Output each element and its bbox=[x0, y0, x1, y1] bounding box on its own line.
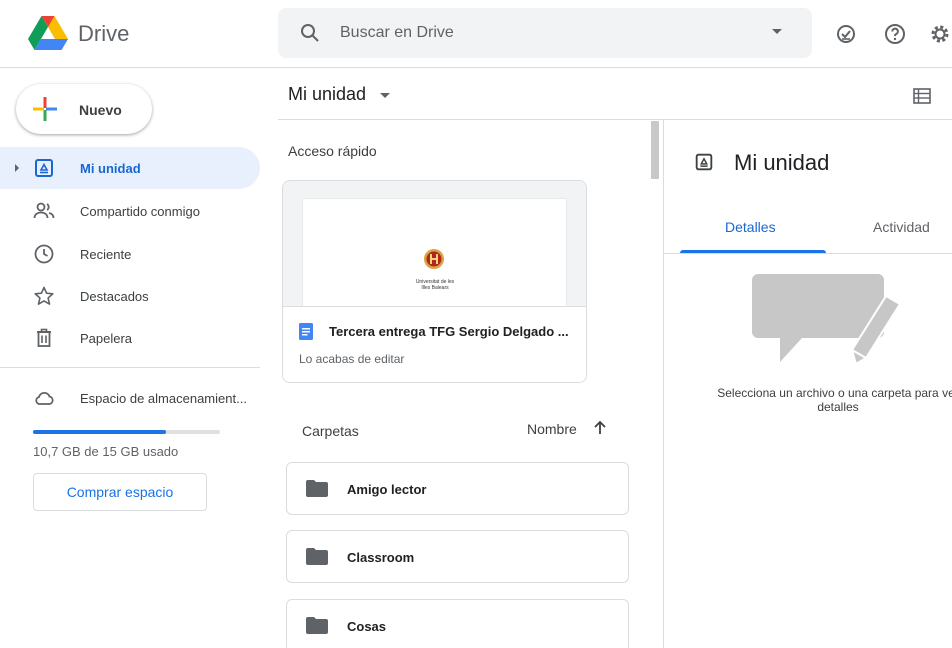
folder-icon bbox=[306, 548, 328, 565]
sidebar-item-my-drive[interactable]: Mi unidad bbox=[0, 147, 260, 189]
scrollbar-thumb[interactable] bbox=[651, 121, 659, 179]
folder-icon bbox=[306, 480, 328, 497]
file-thumbnail: Universitat de les Illes Balears bbox=[283, 181, 586, 309]
google-docs-icon bbox=[299, 323, 313, 340]
quick-access-card[interactable]: Universitat de les Illes Balears Tercera… bbox=[282, 180, 587, 383]
sort-ascending-icon[interactable] bbox=[591, 419, 609, 437]
folder-item[interactable]: Classroom bbox=[286, 530, 629, 583]
top-bar: Drive bbox=[0, 0, 952, 68]
expand-caret-icon[interactable] bbox=[15, 164, 19, 172]
seal-caption: Universitat de les Illes Balears bbox=[415, 279, 455, 291]
folder-icon bbox=[306, 617, 328, 634]
trash-icon bbox=[37, 328, 51, 347]
folders-label: Carpetas bbox=[302, 423, 359, 439]
clock-icon bbox=[34, 244, 54, 264]
sidebar-item-label: Destacados bbox=[80, 289, 149, 304]
page-title[interactable]: Mi unidad bbox=[288, 84, 366, 105]
folder-name: Cosas bbox=[347, 619, 387, 634]
sidebar-item-starred[interactable]: Destacados bbox=[0, 275, 260, 317]
content-divider bbox=[278, 119, 952, 120]
search-options-icon[interactable] bbox=[772, 29, 782, 34]
cloud-icon bbox=[35, 391, 54, 405]
sidebar-item-recent[interactable]: Reciente bbox=[0, 233, 260, 275]
empty-details-illustration bbox=[752, 274, 902, 366]
offline-check-icon[interactable] bbox=[834, 22, 858, 46]
plus-icon bbox=[33, 97, 57, 121]
search-input[interactable] bbox=[340, 8, 740, 58]
new-button[interactable]: Nuevo bbox=[16, 84, 152, 134]
tab-activity[interactable]: Actividad bbox=[873, 219, 930, 235]
my-drive-icon bbox=[695, 153, 713, 171]
star-icon bbox=[34, 286, 54, 305]
search-bar[interactable] bbox=[278, 8, 812, 58]
app-name[interactable]: Drive bbox=[78, 21, 129, 47]
sidebar-item-label: Papelera bbox=[80, 331, 133, 346]
buy-storage-button[interactable]: Comprar espacio bbox=[33, 473, 207, 511]
tabs-divider bbox=[664, 253, 952, 254]
tab-details[interactable]: Detalles bbox=[725, 219, 776, 235]
shared-icon bbox=[33, 202, 55, 219]
file-edit-status: Lo acabas de editar bbox=[299, 352, 405, 366]
sidebar-divider bbox=[0, 367, 260, 368]
sidebar-item-shared[interactable]: Compartido conmigo bbox=[0, 190, 260, 232]
folder-item[interactable]: Amigo lector bbox=[286, 462, 629, 515]
sidebar-item-label: Reciente bbox=[80, 247, 132, 262]
sidebar-item-label: Compartido conmigo bbox=[80, 204, 200, 219]
quick-access-label: Acceso rápido bbox=[288, 143, 377, 159]
new-button-label: Nuevo bbox=[79, 102, 122, 118]
storage-usage-fill bbox=[33, 430, 167, 434]
title-dropdown-icon[interactable] bbox=[380, 93, 390, 98]
folder-name: Classroom bbox=[347, 550, 415, 565]
help-icon[interactable] bbox=[883, 22, 907, 46]
sidebar-item-label: Espacio de almacenamient... bbox=[80, 391, 247, 406]
storage-usage-bar bbox=[33, 430, 220, 434]
drive-logo-icon[interactable] bbox=[28, 16, 68, 50]
search-icon[interactable] bbox=[300, 23, 320, 43]
storage-usage-text: 10,7 GB de 15 GB usado bbox=[33, 444, 179, 459]
sidebar-item-trash[interactable]: Papelera bbox=[0, 317, 260, 359]
document-page-preview: Universitat de les Illes Balears bbox=[303, 199, 566, 309]
my-drive-icon bbox=[35, 159, 53, 177]
folder-name: Amigo lector bbox=[347, 482, 427, 497]
sort-by-name-button[interactable]: Nombre bbox=[527, 421, 577, 437]
details-title: Mi unidad bbox=[734, 150, 830, 175]
settings-icon[interactable] bbox=[928, 22, 952, 46]
sidebar-item-label: Mi unidad bbox=[80, 161, 141, 176]
quick-access-card-footer: Tercera entrega TFG Sergio Delgado ... L… bbox=[283, 306, 586, 382]
empty-details-message: Selecciona un archivo o una carpeta para… bbox=[717, 386, 952, 414]
file-name: Tercera entrega TFG Sergio Delgado ... bbox=[329, 324, 569, 339]
details-panel-divider bbox=[663, 120, 664, 648]
folder-item[interactable]: Cosas bbox=[286, 599, 629, 648]
list-view-icon[interactable] bbox=[912, 86, 932, 106]
sidebar-item-storage[interactable]: Espacio de almacenamient... bbox=[0, 377, 260, 419]
